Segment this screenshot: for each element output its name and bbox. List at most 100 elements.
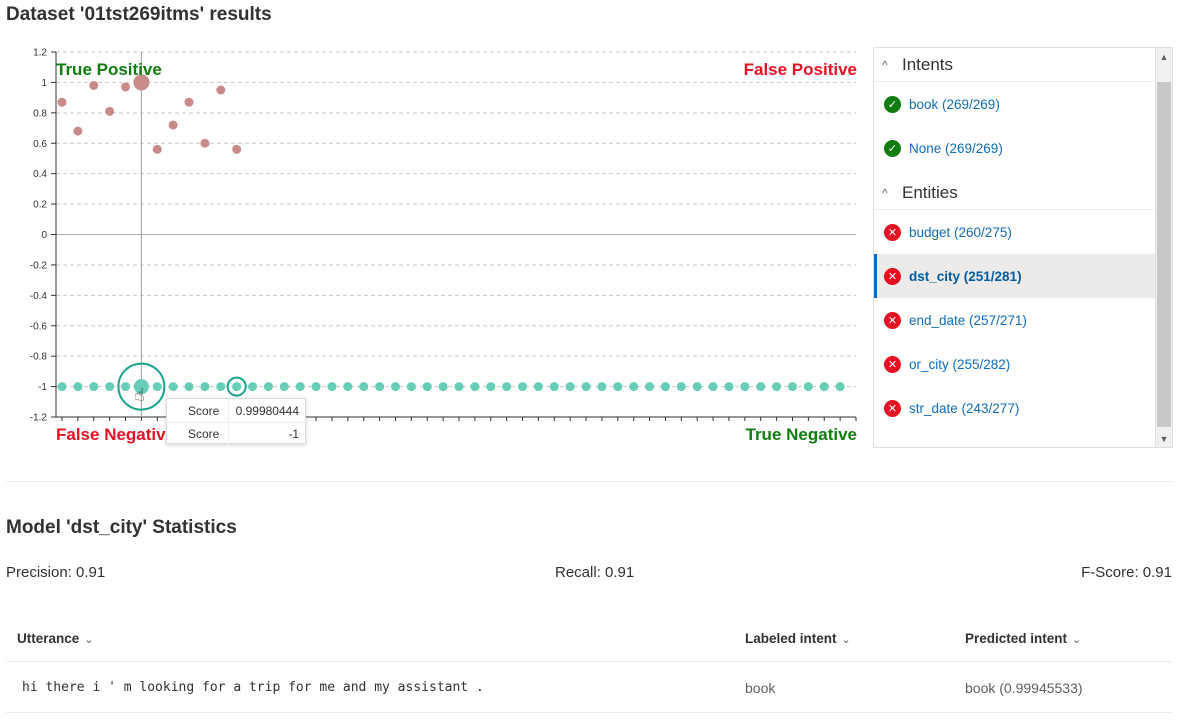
- y-tick-label: -1.2: [30, 413, 48, 424]
- entities-title: Entities: [902, 182, 958, 202]
- model-stats-title: Model 'dst_city' Statistics: [6, 517, 237, 538]
- intent-item-none[interactable]: ✓ None (269/269): [874, 126, 1156, 170]
- y-tick-label: 0: [41, 230, 47, 241]
- positive-point: [57, 97, 67, 107]
- positive-point: [184, 97, 194, 107]
- negative-point: [692, 382, 702, 392]
- negative-point: [216, 382, 226, 392]
- hand-cursor-icon: ☝: [134, 386, 144, 405]
- page-title: Dataset '01tst269itms' results: [6, 4, 272, 25]
- negative-point: [248, 382, 258, 392]
- check-circle-icon: ✓: [884, 95, 901, 113]
- tooltip-label: Score: [167, 423, 229, 445]
- tooltip-value: -1: [288, 427, 299, 441]
- chevron-down-icon: ⌄: [841, 634, 851, 646]
- error-circle-icon: ✕: [884, 311, 901, 329]
- negative-point: [835, 382, 845, 392]
- scroll-thumb[interactable]: [1157, 82, 1171, 427]
- negative-point: [406, 382, 416, 392]
- y-tick-label: 1.2: [33, 48, 47, 59]
- negative-point: [359, 382, 369, 392]
- error-circle-icon: ✕: [884, 355, 901, 373]
- entity-item-str-date[interactable]: ✕ str_date (243/277): [874, 386, 1156, 430]
- error-circle-icon: ✕: [884, 267, 901, 285]
- chevron-down-icon: ⌄: [84, 634, 94, 646]
- negative-point: [486, 382, 496, 392]
- positive-point: [232, 144, 242, 154]
- negative-point: [819, 382, 829, 392]
- column-header-utterance[interactable]: Utterance ⌄: [17, 631, 94, 646]
- intents-section-header[interactable]: ^ Intents: [874, 48, 1156, 82]
- negative-point: [168, 382, 178, 392]
- positive-point: [105, 106, 115, 116]
- y-tick-label: 0.8: [33, 108, 47, 119]
- negative-point: [676, 382, 686, 392]
- recall-stat: Recall: 0.91: [555, 564, 635, 581]
- entities-section-header[interactable]: ^ Entities: [874, 176, 1156, 210]
- y-tick-label: 0.4: [33, 169, 47, 180]
- negative-point: [438, 382, 448, 392]
- panel-scrollbar[interactable]: ▲ ▼: [1155, 48, 1172, 447]
- positive-point: [168, 120, 178, 130]
- negative-point: [454, 382, 464, 392]
- negative-point: [375, 382, 385, 392]
- positive-point: [152, 144, 162, 154]
- negative-point: [581, 382, 591, 392]
- negative-point: [533, 382, 543, 392]
- positive-point: [200, 138, 210, 148]
- negative-point: [311, 382, 321, 392]
- scroll-up-icon[interactable]: ▲: [1156, 48, 1172, 65]
- quadrant-false-positive: False Positive: [744, 60, 857, 79]
- negative-point: [232, 382, 242, 392]
- labeled-intent-cell: book: [745, 680, 776, 696]
- tooltip-row: Score 0.99980444: [167, 399, 305, 422]
- negative-point: [613, 382, 623, 392]
- entity-item-dst-city[interactable]: ✕ dst_city (251/281): [874, 254, 1156, 298]
- intent-item-book[interactable]: ✓ book (269/269): [874, 82, 1156, 126]
- column-header-label: Labeled intent: [745, 631, 837, 646]
- negative-point: [121, 382, 131, 392]
- negative-point: [660, 382, 670, 392]
- entity-label: dst_city (251/281): [909, 268, 1022, 284]
- negative-point: [565, 382, 575, 392]
- results-scatter-chart[interactable]: 1.2 1 0.8 0.6 0.4 0.2 0 -0.2 -0.4 -0.6 -0.8 -1 -1.2 T…: [0, 40, 868, 450]
- chevron-down-icon: ⌄: [1072, 634, 1082, 646]
- section-divider: [6, 481, 1173, 482]
- negative-point: [756, 382, 766, 392]
- y-tick-label: 0.2: [33, 200, 47, 211]
- column-header-predicted-intent[interactable]: Predicted intent ⌄: [965, 631, 1081, 646]
- negative-point: [740, 382, 750, 392]
- entity-item-or-city[interactable]: ✕ or_city (255/282): [874, 342, 1156, 386]
- utterance-cell: hi there i ' m looking for a trip for me…: [22, 680, 484, 695]
- negative-point: [152, 382, 162, 392]
- negative-point: [343, 382, 353, 392]
- y-tick-label: -1: [38, 382, 47, 393]
- intent-label: book (269/269): [909, 96, 1000, 112]
- negative-point: [724, 382, 734, 392]
- models-panel: ^ Intents ✓ book (269/269) ✓ None (269/2…: [873, 47, 1173, 448]
- negative-point: [327, 382, 337, 392]
- column-header-labeled-intent[interactable]: Labeled intent ⌄: [745, 631, 851, 646]
- negative-point: [105, 382, 115, 392]
- positive-point: [121, 82, 131, 92]
- positive-point: [89, 80, 99, 90]
- error-circle-icon: ✕: [884, 223, 901, 241]
- negative-point: [803, 382, 813, 392]
- negative-point: [89, 382, 99, 392]
- error-circle-icon: ✕: [884, 399, 901, 417]
- y-tick-label: -0.2: [30, 260, 48, 271]
- negative-point: [184, 382, 194, 392]
- table-row[interactable]: hi there i ' m looking for a trip for me…: [6, 663, 1173, 713]
- negative-point: [787, 382, 797, 392]
- scroll-down-icon[interactable]: ▼: [1156, 430, 1172, 447]
- intents-title: Intents: [902, 54, 954, 74]
- negative-point: [73, 382, 83, 392]
- negative-point: [645, 382, 655, 392]
- entity-label: or_city (255/282): [909, 356, 1011, 372]
- entity-item-budget[interactable]: ✕ budget (260/275): [874, 210, 1156, 254]
- y-tick-label: -0.4: [30, 291, 48, 302]
- entity-item-end-date[interactable]: ✕ end_date (257/271): [874, 298, 1156, 342]
- chevron-up-icon: ^: [882, 57, 888, 72]
- quadrant-true-negative: True Negative: [746, 425, 858, 444]
- chevron-up-icon: ^: [882, 185, 888, 200]
